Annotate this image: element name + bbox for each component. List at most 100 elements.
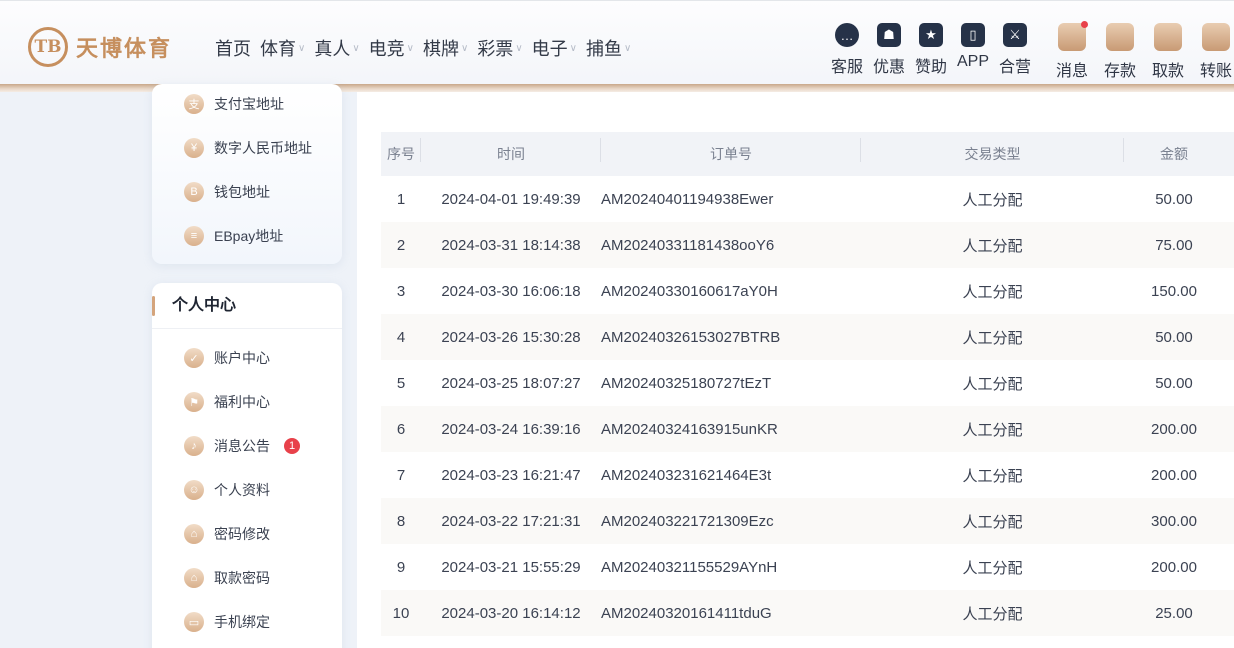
table-row: 10 2024-03-20 16:14:12 AM20240320161411tdu… [381, 590, 1234, 636]
main-content: 序号 时间 订单号 交易类型 金额 1 2024-04-01 19:49:39 AM2024… [357, 92, 1234, 648]
table-cell: 人工分配 [962, 605, 1023, 623]
sidebar-item-account[interactable]: ✓ 账户中心 [184, 348, 270, 368]
table-cell: AM20240331181438ooY6 [601, 236, 775, 254]
table-cell: 2024-03-24 16:39:16 [441, 420, 581, 438]
sidebar-item-lock[interactable]: ⌂ 密码修改 [184, 524, 270, 544]
sidebar-item-label: 手机绑定 [214, 614, 270, 630]
sidebar-item-welfare[interactable]: ⚑ 福利中心 [184, 392, 270, 412]
tool-deposit[interactable]: 存款 [1100, 23, 1140, 81]
table-cell: 人工分配 [962, 283, 1023, 301]
column-header: 金额 [1160, 146, 1188, 162]
tool-message[interactable]: 消息 [1052, 21, 1092, 81]
wallet-icon: B [184, 182, 204, 202]
table-cell: AM202403231621464E3t [601, 466, 772, 484]
tool-chat[interactable]: … 客服 [827, 23, 867, 77]
sidebar-item-label: 钱包地址 [214, 184, 270, 200]
sidebar-item-digital-rmb[interactable]: ¥ 数字人民币地址 [184, 138, 312, 158]
transfer-icon [1202, 23, 1230, 51]
table-cell: 25.00 [1155, 604, 1193, 622]
table-row: 4 2024-03-26 15:30:28 AM20240326153027BTRB… [381, 314, 1234, 360]
account-icon: ✓ [184, 348, 204, 368]
profile-icon: ☺ [184, 480, 204, 500]
table-cell: 2024-03-23 16:21:47 [441, 466, 581, 484]
sidebar-item-label: 数字人民币地址 [214, 140, 312, 156]
table-cell: AM20240324163915unKR [601, 420, 778, 438]
table-row: 8 2024-03-22 17:21:31 AM202403221721309Ezc… [381, 498, 1234, 544]
tool-bookmark-star[interactable]: ★ 赞助 [911, 23, 951, 77]
sidebar-item-label: 密码修改 [214, 526, 270, 542]
table-cell: AM20240325180727tEzT [601, 374, 772, 392]
table-cell: 人工分配 [962, 191, 1023, 209]
deposit-icon [1106, 23, 1134, 51]
sidebar-item-label: 支付宝地址 [214, 96, 284, 112]
table-cell: 人工分配 [962, 375, 1023, 393]
sidebar-item-label: 账户中心 [214, 350, 270, 366]
sidebar-item-profile[interactable]: ☺ 个人资料 [184, 480, 270, 500]
tool-phone[interactable]: ▯ APP [953, 23, 993, 71]
table-cell: 2 [396, 236, 406, 254]
tool-label: 客服 [830, 59, 863, 76]
table-cell: 50.00 [1155, 374, 1193, 392]
sidebar-item-bell[interactable]: ♪ 消息公告 1 [184, 436, 300, 456]
table-row: 3 2024-03-30 16:06:18 AM20240330160617aY0H… [381, 268, 1234, 314]
column-header: 时间 [421, 138, 601, 164]
sidebar-item-ebpay[interactable]: ≡ EBpay地址 [184, 226, 283, 246]
table-cell: 200.00 [1151, 420, 1197, 438]
table-cell: 200.00 [1151, 466, 1197, 484]
message-icon [1058, 21, 1088, 51]
table-cell: 8 [396, 512, 406, 530]
tool-gift[interactable]: ☗ 优惠 [869, 23, 909, 77]
table-cell: 1 [396, 190, 406, 208]
table-cell: 人工分配 [962, 421, 1023, 439]
sidebar-personal-card: 个人中心 ✓ 账户中心 ⚑ 福利中心 ♪ 消息公告 1 ☺ 个人资料 ⌂ 密码修改 ⌂ 取款密码 ▭ 手机绑… [152, 283, 342, 648]
transaction-table: 序号 时间 订单号 交易类型 金额 1 2024-04-01 19:49:39 AM2024… [381, 132, 1234, 636]
table-row: 2 2024-03-31 18:14:38 AM20240331181438ooY6… [381, 222, 1234, 268]
table-cell: 3 [396, 282, 406, 300]
sidebar-item-label: 消息公告 [214, 438, 270, 454]
table-row: 6 2024-03-24 16:39:16 AM20240324163915unKR… [381, 406, 1234, 452]
table-cell: AM20240401194938Ewer [601, 190, 774, 208]
sidebar-item-label: EBpay地址 [214, 228, 284, 244]
tool-transfer[interactable]: 转账 [1196, 23, 1234, 81]
table-cell: 7 [396, 466, 406, 484]
tool-label: APP [956, 53, 989, 70]
alipay-icon: 支 [184, 94, 204, 114]
tool-handshake[interactable]: ⚔ 合营 [995, 23, 1035, 77]
table-row: 7 2024-03-23 16:21:47 AM202403231621464E3t… [381, 452, 1234, 498]
table-cell: 2024-03-26 15:30:28 [441, 328, 581, 346]
unread-badge: 1 [284, 438, 300, 454]
tool-label: 合营 [998, 59, 1031, 76]
table-row: 1 2024-04-01 19:49:39 AM20240401194938Ewer… [381, 176, 1234, 222]
table-cell: 200.00 [1151, 558, 1197, 576]
withdraw-icon [1154, 23, 1182, 51]
column-header: 序号 [381, 138, 421, 164]
table-cell: 75.00 [1155, 236, 1193, 254]
table-cell: 人工分配 [962, 237, 1023, 255]
sidebar-item-alipay[interactable]: 支支付宝地址 [184, 94, 284, 114]
personal-center-title: 个人中心 [152, 295, 342, 329]
table-cell: AM20240320161411tduG [601, 604, 772, 622]
table-body: 1 2024-04-01 19:49:39 AM20240401194938Ewer… [381, 176, 1234, 636]
sidebar-item-lock-key[interactable]: ⌂ 取款密码 [184, 568, 270, 588]
table-cell: 人工分配 [962, 513, 1023, 531]
welfare-icon: ⚑ [184, 392, 204, 412]
table-cell: 2024-03-22 17:21:31 [441, 512, 581, 530]
gift-icon: ☗ [877, 23, 901, 47]
sidebar-item-mobile[interactable]: ▭ 手机绑定 [184, 612, 270, 632]
table-cell: 5 [396, 374, 406, 392]
sidebar-wallet-card: 支支付宝地址 ¥ 数字人民币地址 B 钱包地址 ≡ EBpay地址 [152, 84, 342, 264]
sidebar-item-label: 福利中心 [214, 394, 270, 410]
table-cell: 人工分配 [962, 467, 1023, 485]
sidebar-item-wallet[interactable]: B 钱包地址 [184, 182, 270, 202]
column-header: 订单号 [601, 138, 861, 164]
table-cell: 2024-03-20 16:14:12 [441, 604, 581, 622]
tool-label: 优惠 [872, 59, 905, 76]
tool-label: 取款 [1151, 63, 1184, 80]
table-cell: AM20240330160617aY0H [601, 282, 778, 300]
tool-withdraw[interactable]: 取款 [1148, 23, 1188, 81]
table-cell: 2024-03-30 16:06:18 [441, 282, 581, 300]
chat-icon: … [835, 23, 859, 47]
table-cell: 9 [396, 558, 406, 576]
table-row: 5 2024-03-25 18:07:27 AM20240325180727tEzT… [381, 360, 1234, 406]
table-cell: 4 [396, 328, 406, 346]
